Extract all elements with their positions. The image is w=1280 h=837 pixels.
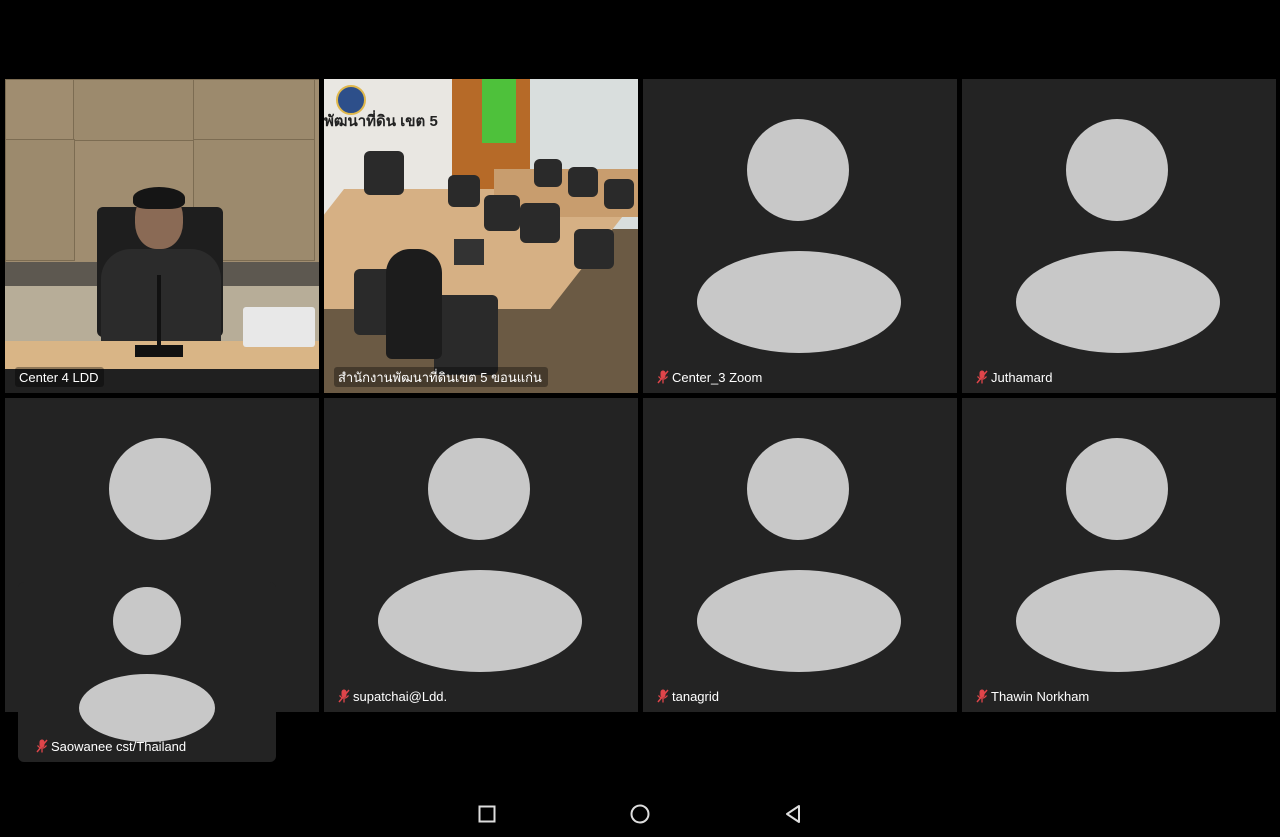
chair xyxy=(364,151,404,195)
avatar-head xyxy=(428,438,530,540)
participant-name: Center_3 Zoom xyxy=(672,369,763,385)
home-button[interactable] xyxy=(626,800,654,828)
participant-tile-center-4-ldd[interactable]: Center 4 LDD xyxy=(5,79,319,393)
recent-apps-button[interactable] xyxy=(473,800,501,828)
participant-tile[interactable]: tanagrid xyxy=(643,398,957,712)
avatar-body xyxy=(1016,570,1220,672)
self-view[interactable]: Saowanee cst/Thailand xyxy=(18,582,276,762)
avatar-head xyxy=(747,438,849,540)
avatar-head xyxy=(747,119,849,221)
laptop xyxy=(454,239,484,265)
mic-off-icon xyxy=(338,689,350,703)
mic-off-icon xyxy=(976,370,988,384)
chair xyxy=(448,175,480,207)
mic-off-icon xyxy=(657,689,669,703)
avatar-body xyxy=(697,251,901,353)
microphone xyxy=(157,275,161,351)
person xyxy=(101,249,221,341)
mic-off-icon xyxy=(657,370,669,384)
mic-base xyxy=(135,345,183,357)
self-name: Saowanee cst/Thailand xyxy=(51,738,187,754)
participant-tile[interactable]: Juthamard xyxy=(962,79,1276,393)
participant-name: Juthamard xyxy=(991,369,1053,385)
self-name-tag: Saowanee cst/Thailand xyxy=(32,736,192,756)
participant-tile-room[interactable]: พัฒนาที่ดิน เขต 5 สำนักงานพัฒนาที่ดินเขต… xyxy=(324,79,638,393)
chair xyxy=(434,295,498,375)
participant-name: Center 4 LDD xyxy=(19,369,99,385)
recent-apps-icon xyxy=(478,805,496,823)
participant-name-tag: supatchai@Ldd. xyxy=(334,686,453,706)
participant-name: สำนักงานพัฒนาที่ดินเขต 5 ขอนแก่น xyxy=(338,369,542,385)
mic-off-icon xyxy=(976,689,988,703)
participant-tile[interactable]: supatchai@Ldd. xyxy=(324,398,638,712)
chair xyxy=(568,167,598,197)
person xyxy=(386,249,442,359)
wall-panel xyxy=(5,139,75,261)
back-icon xyxy=(786,805,800,823)
participant-tile[interactable]: Center_3 Zoom xyxy=(643,79,957,393)
participant-name-tag: Juthamard xyxy=(972,367,1058,387)
chair xyxy=(484,195,520,231)
avatar-head xyxy=(1066,119,1168,221)
participant-name-tag: สำนักงานพัฒนาที่ดินเขต 5 ขอนแก่น xyxy=(334,367,548,387)
participant-name-tag: Thawin Norkham xyxy=(972,686,1095,706)
chair xyxy=(534,159,562,187)
chair xyxy=(604,179,634,209)
avatar-head xyxy=(113,587,181,655)
chair xyxy=(574,229,614,269)
laptop xyxy=(243,307,315,347)
wall-panel xyxy=(193,79,315,141)
avatar-head xyxy=(1066,438,1168,540)
back-button[interactable] xyxy=(779,800,807,828)
person-hair xyxy=(133,187,185,209)
avatar-body xyxy=(1016,251,1220,353)
avatar-body xyxy=(697,570,901,672)
avatar-head xyxy=(109,438,211,540)
chair xyxy=(520,203,560,243)
participant-name: Thawin Norkham xyxy=(991,688,1090,704)
wall-panel xyxy=(73,79,195,141)
participant-tile[interactable]: Thawin Norkham xyxy=(962,398,1276,712)
home-icon xyxy=(630,804,650,824)
participant-name: tanagrid xyxy=(672,688,719,704)
participant-name-tag: tanagrid xyxy=(653,686,725,706)
participant-name-tag: Center_3 Zoom xyxy=(653,367,768,387)
participant-name-tag: Center 4 LDD xyxy=(15,367,105,387)
avatar-body xyxy=(378,570,582,672)
room-sign: พัฒนาที่ดิน เขต 5 xyxy=(324,113,438,130)
green-window xyxy=(482,79,516,143)
participant-name: supatchai@Ldd. xyxy=(353,688,448,704)
mic-off-icon xyxy=(36,739,48,753)
avatar-body xyxy=(79,674,215,742)
